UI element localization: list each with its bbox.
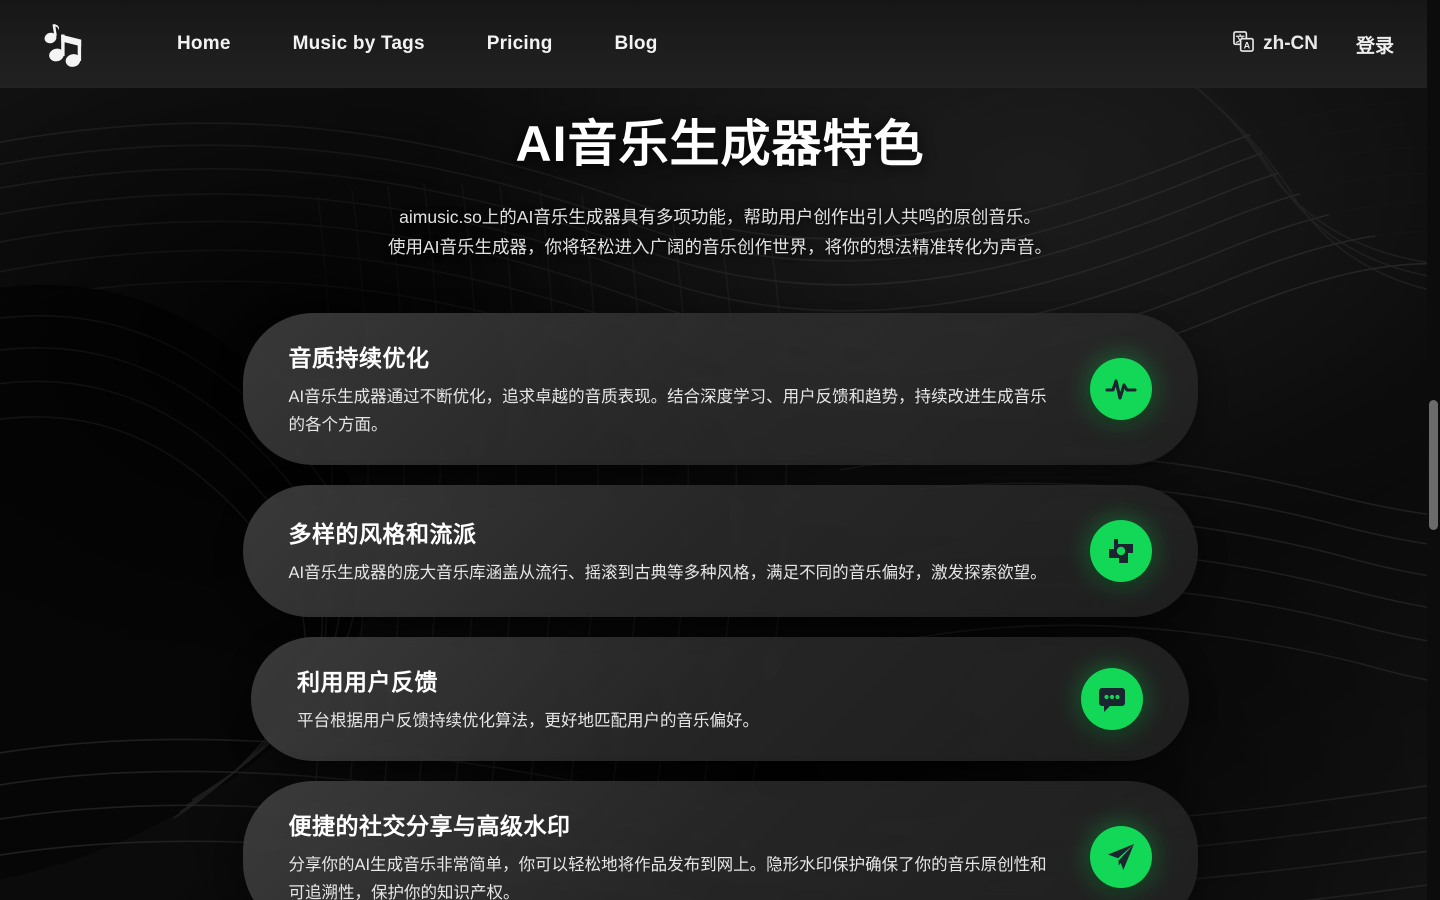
feature-card-title: 音质持续优化 bbox=[288, 345, 430, 371]
translate-icon: 文 A bbox=[1233, 31, 1254, 57]
music-notes-logo[interactable] bbox=[32, 13, 94, 75]
feature-card-title: 利用用户反馈 bbox=[297, 669, 438, 695]
feature-card-text: 音质持续优化 AI音乐生成器通过不断优化，追求卓越的音质表现。结合深度学习、用户… bbox=[289, 339, 1090, 439]
login-button[interactable]: 登录 bbox=[1342, 25, 1408, 64]
hero-subtitle: aimusic.so上的AI音乐生成器具有多项功能，帮助用户创作出引人共鸣的原创… bbox=[0, 202, 1440, 262]
nav-link-home[interactable]: Home bbox=[146, 25, 262, 63]
scrollbar-thumb[interactable] bbox=[1429, 400, 1438, 530]
feature-card-title: 多样的风格和流派 bbox=[288, 521, 477, 547]
hero-section: AI音乐生成器特色 aimusic.so上的AI音乐生成器具有多项功能，帮助用户… bbox=[0, 88, 1440, 262]
feature-card[interactable]: 利用用户反馈 平台根据用户反馈持续优化算法，更好地匹配用户的音乐偏好。 bbox=[251, 637, 1189, 761]
svg-text:A: A bbox=[1244, 41, 1251, 51]
feature-card-text: 便捷的社交分享与高级水印 分享你的AI生成音乐非常简单，你可以轻松地将作品发布到… bbox=[289, 807, 1090, 900]
language-switcher[interactable]: 文 A zh-CN bbox=[1223, 25, 1328, 63]
main-navigation: Home Music by Tags Pricing Blog bbox=[146, 25, 689, 63]
disc-genre-icon bbox=[1089, 520, 1152, 582]
feature-card-description: 平台根据用户反馈持续优化算法，更好地匹配用户的音乐偏好。 bbox=[297, 712, 759, 730]
nav-link-pricing[interactable]: Pricing bbox=[456, 25, 584, 63]
header-actions: 文 A zh-CN 登录 bbox=[1223, 25, 1408, 64]
feature-card[interactable]: 音质持续优化 AI音乐生成器通过不断优化，追求卓越的音质表现。结合深度学习、用户… bbox=[242, 313, 1198, 465]
nav-link-music-by-tags[interactable]: Music by Tags bbox=[262, 25, 456, 63]
waveform-pulse-icon bbox=[1089, 358, 1152, 420]
hero-subtitle-line-2: 使用AI音乐生成器，你将轻松进入广阔的音乐创作世界，将你的想法精准转化为声音。 bbox=[387, 236, 1053, 257]
site-header: Home Music by Tags Pricing Blog 文 A zh-C… bbox=[0, 0, 1440, 88]
feature-card-text: 多样的风格和流派 AI音乐生成器的庞大音乐库涵盖从流行、摇滚到古典等多种风格，满… bbox=[289, 515, 1090, 587]
paper-plane-send-icon bbox=[1089, 826, 1152, 888]
hero-subtitle-line-1: aimusic.so上的AI音乐生成器具有多项功能，帮助用户创作出引人共鸣的原创… bbox=[399, 206, 1041, 227]
page-title: AI音乐生成器特色 bbox=[515, 116, 925, 172]
feature-card[interactable]: 多样的风格和流派 AI音乐生成器的庞大音乐库涵盖从流行、摇滚到古典等多种风格，满… bbox=[242, 485, 1198, 617]
feature-card[interactable]: 便捷的社交分享与高级水印 分享你的AI生成音乐非常简单，你可以轻松地将作品发布到… bbox=[242, 781, 1198, 900]
feature-card-description: 分享你的AI生成音乐非常简单，你可以轻松地将作品发布到网上。隐形水印保护确保了你… bbox=[288, 856, 1047, 900]
nav-link-blog[interactable]: Blog bbox=[584, 25, 689, 63]
feature-card-description: AI音乐生成器通过不断优化，追求卓越的音质表现。结合深度学习、用户反馈和趋势，持… bbox=[288, 388, 1047, 434]
feature-card-list: 音质持续优化 AI音乐生成器通过不断优化，追求卓越的音质表现。结合深度学习、用户… bbox=[0, 313, 1440, 900]
feature-card-text: 利用用户反馈 平台根据用户反馈持续优化算法，更好地匹配用户的音乐偏好。 bbox=[297, 663, 1081, 735]
feature-card-description: AI音乐生成器的庞大音乐库涵盖从流行、摇滚到古典等多种风格，满足不同的音乐偏好，… bbox=[288, 564, 1047, 582]
feature-card-title: 便捷的社交分享与高级水印 bbox=[288, 813, 571, 839]
language-label: zh-CN bbox=[1263, 33, 1318, 54]
chat-bubble-dots-icon bbox=[1081, 668, 1143, 730]
